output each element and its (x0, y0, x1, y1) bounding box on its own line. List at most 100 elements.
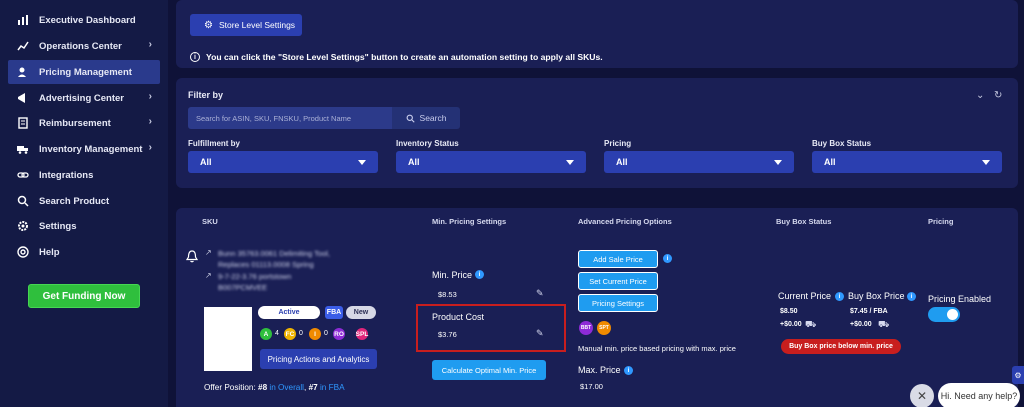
sidebar-item-search-product[interactable]: Search Product (8, 189, 160, 213)
edit-pencil-icon[interactable]: ✎ (536, 328, 544, 339)
info-icon[interactable]: i (475, 270, 484, 279)
sidebar-item-reimbursement[interactable]: Reimbursement › (8, 111, 160, 135)
caret-down-icon (358, 160, 366, 165)
product-title[interactable]: Bunn 35763.0061 Delimiting Tool, Replace… (218, 248, 330, 270)
pricing-value: All (616, 157, 628, 167)
sidebar-item-label: Integrations (39, 169, 94, 181)
badge-fc: FC (284, 328, 296, 340)
truck-icon (16, 142, 30, 156)
pricing-strategy-note: Manual min. price based pricing with max… (578, 344, 736, 353)
spt-badge: SPT (597, 321, 611, 335)
product-title-line2: Replaces 01113.0008 Spring (218, 260, 314, 269)
fulfillment-select[interactable]: All (188, 151, 378, 173)
lifebuoy-icon (16, 245, 30, 259)
buybox-status-select[interactable]: All (812, 151, 1002, 173)
current-price-value: $8.50 (780, 308, 798, 315)
sidebar-item-label: Reimbursement (39, 117, 111, 129)
refresh-icon[interactable]: ↻ (994, 90, 1002, 101)
edit-pencil-icon[interactable]: ✎ (536, 288, 544, 299)
offer-link-overall[interactable]: in Overall (269, 383, 304, 392)
help-chat-bubble[interactable]: Hi. Need any help? (938, 383, 1020, 407)
help-close-button[interactable]: ✕ (910, 384, 934, 407)
truck-icon: ⛟ (805, 319, 817, 329)
info-icon[interactable]: i (907, 292, 916, 301)
external-link-icon[interactable]: ↗ (205, 248, 212, 257)
offer-position-fba: #7 (308, 383, 318, 392)
max-price-label: Max. Price (578, 365, 621, 375)
sku-line1: 9-7-22-3.76 portstown (218, 272, 292, 281)
gear-icon: ⚙ (1014, 370, 1022, 380)
sidebar-item-label: Settings (39, 220, 77, 232)
pricing-actions-button[interactable]: Pricing Actions and Analytics (260, 349, 377, 369)
sidebar-item-label: Operations Center (39, 40, 122, 52)
store-settings-info-text: You can click the "Store Level Settings"… (206, 52, 603, 62)
caret-down-icon (566, 160, 574, 165)
buybox-price-label: Buy Box Price (848, 291, 905, 301)
store-settings-panel: ⚙ Store Level Settings i You can click t… (176, 0, 1018, 68)
condition-badge: New (346, 306, 376, 319)
sidebar-item-help[interactable]: Help (8, 240, 160, 264)
sidebar-item-settings[interactable]: Settings (8, 214, 160, 238)
badge-i-count: 0 (324, 330, 328, 337)
chevron-right-icon: › (148, 39, 152, 50)
calculate-min-price-button[interactable]: Calculate Optimal Min. Price (432, 360, 546, 380)
badge-spl: SPL (356, 328, 368, 340)
product-cost-label: Product Cost (432, 312, 485, 322)
min-price-value: $8.53 (438, 290, 457, 299)
chevron-right-icon: › (148, 91, 152, 102)
info-icon[interactable]: i (835, 292, 844, 301)
store-level-settings-label: Store Level Settings (218, 20, 296, 30)
pricing-enabled-toggle[interactable] (928, 307, 960, 322)
bell-icon[interactable] (186, 250, 198, 263)
badge-i: I (309, 328, 321, 340)
search-button[interactable]: Search (392, 107, 460, 129)
product-cost-value: $3.76 (438, 330, 457, 339)
info-icon[interactable]: i (663, 254, 672, 263)
caret-down-icon (982, 160, 990, 165)
buybox-status-value: All (824, 157, 836, 167)
sidebar-item-executive-dashboard[interactable]: Executive Dashboard (8, 8, 160, 32)
chart-bar-icon (16, 13, 30, 27)
inventory-status-select[interactable]: All (396, 151, 586, 173)
sidebar-item-label: Executive Dashboard (39, 14, 136, 26)
header-min-pricing: Min. Pricing Settings (432, 217, 507, 226)
store-level-settings-button[interactable]: ⚙ Store Level Settings (190, 14, 302, 36)
status-badge: Active (258, 306, 320, 319)
sidebar: Executive Dashboard Operations Center › … (0, 0, 168, 407)
min-price-label: Min. Price (432, 270, 473, 280)
product-sku: 9-7-22-3.76 portstown B007PCMVEE (218, 271, 291, 293)
inventory-status-value: All (408, 157, 420, 167)
truck-icon: ⛟ (878, 319, 890, 329)
sidebar-item-inventory-management[interactable]: Inventory Management › (8, 137, 160, 161)
add-sale-price-button[interactable]: Add Sale Price (578, 250, 658, 268)
header-advanced-pricing: Advanced Pricing Options (578, 217, 672, 226)
sidebar-item-operations-center[interactable]: Operations Center › (8, 34, 160, 58)
badge-a: A (260, 328, 272, 340)
filter-title: Filter by (188, 90, 224, 100)
sidebar-item-integrations[interactable]: Integrations (8, 163, 160, 187)
sidebar-item-label: Advertising Center (39, 92, 124, 104)
buybox-price-value: $7.45 / FBA (850, 308, 888, 315)
offer-position: Offer Position: #8 in Overall, #7 in FBA (204, 383, 345, 392)
external-link-icon[interactable]: ↗ (205, 271, 212, 280)
offer-link-fba[interactable]: in FBA (320, 383, 345, 392)
set-current-price-button[interactable]: Set Current Price (578, 272, 658, 290)
receipt-icon (16, 116, 30, 130)
search-button-label: Search (419, 113, 447, 123)
sidebar-item-advertising-center[interactable]: Advertising Center › (8, 86, 160, 110)
link-icon (16, 168, 30, 182)
search-input[interactable]: Search for ASIN, SKU, FNSKU, Product Nam… (188, 107, 392, 129)
get-funding-button[interactable]: Get Funding Now (28, 284, 140, 308)
sidebar-item-pricing-management[interactable]: Pricing Management (8, 60, 160, 84)
caret-down-icon (774, 160, 782, 165)
store-settings-info: i You can click the "Store Level Setting… (190, 52, 603, 62)
sidebar-item-label: Pricing Management (39, 66, 132, 78)
info-icon[interactable]: i (624, 366, 633, 375)
chevron-down-icon[interactable]: ⌄ (976, 90, 984, 101)
pricing-select[interactable]: All (604, 151, 794, 173)
pricing-settings-button[interactable]: Pricing Settings (578, 294, 658, 312)
floating-settings-button[interactable]: ⚙ (1012, 366, 1024, 384)
product-title-line1: Bunn 35763.0061 Delimiting Tool, (218, 249, 331, 258)
sidebar-item-label: Search Product (39, 195, 110, 207)
bbt-badge: BBT (579, 321, 593, 335)
